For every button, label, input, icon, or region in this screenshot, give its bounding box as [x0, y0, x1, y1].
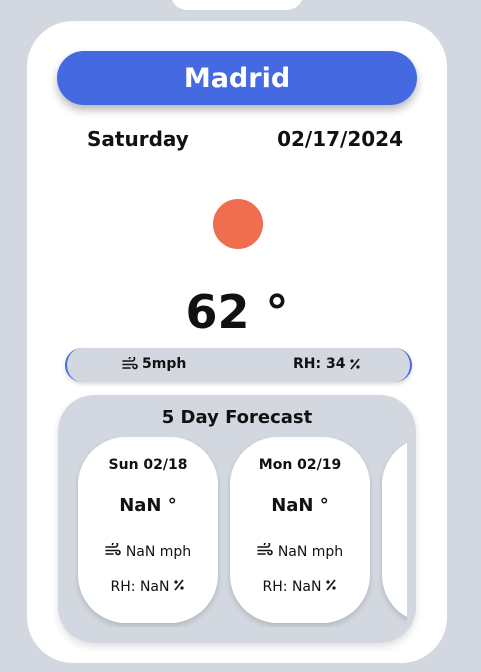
sun-icon	[213, 199, 263, 249]
forecast-scroll-area[interactable]: Sun 02/18 NaN ° NaN mph RH: NaN Mon 02/1…	[58, 437, 407, 627]
forecast-wind-value: NaN mph	[277, 544, 344, 560]
current-day: Saturday	[87, 127, 189, 151]
forecast-card-partial	[382, 437, 407, 623]
percent-icon	[349, 358, 361, 370]
forecast-panel: 5 Day Forecast Sun 02/18 NaN ° NaN mph R…	[58, 395, 416, 643]
forecast-date: Sun 02/18	[108, 457, 188, 473]
weather-card: Madrid Saturday 02/17/2024 62 ° 5mph RH:…	[27, 21, 447, 663]
percent-icon	[173, 579, 185, 595]
percent-icon	[325, 579, 337, 595]
forecast-temperature: NaN °	[271, 495, 329, 516]
current-wind: 5mph	[122, 356, 186, 372]
current-wind-value: 5mph	[142, 356, 187, 372]
wind-icon	[122, 357, 138, 371]
current-date: 02/17/2024	[277, 127, 403, 151]
forecast-humidity-value: RH: NaN	[262, 579, 322, 595]
forecast-humidity-value: RH: NaN	[110, 579, 170, 595]
forecast-humidity: RH: NaN	[78, 579, 218, 595]
forecast-title: 5 Day Forecast	[161, 407, 313, 428]
forecast-wind: NaN mph	[230, 541, 370, 561]
forecast-card: Mon 02/19 NaN ° NaN mph RH: NaN	[230, 437, 370, 623]
city-header: Madrid	[57, 51, 417, 105]
wind-icon	[257, 541, 273, 561]
top-tab	[171, 0, 303, 10]
wind-icon	[105, 541, 121, 561]
current-stats-bar: 5mph RH: 34	[65, 348, 412, 382]
current-humidity-value: RH: 34	[293, 356, 346, 372]
forecast-card: Sun 02/18 NaN ° NaN mph RH: NaN	[78, 437, 218, 623]
current-temperature: 62 °	[185, 285, 289, 339]
forecast-wind-value: NaN mph	[125, 544, 192, 560]
forecast-temperature: NaN °	[119, 495, 177, 516]
current-humidity: RH: 34	[293, 356, 361, 372]
forecast-wind: NaN mph	[78, 541, 218, 561]
forecast-date: Mon 02/19	[258, 457, 342, 473]
forecast-humidity: RH: NaN	[230, 579, 370, 595]
